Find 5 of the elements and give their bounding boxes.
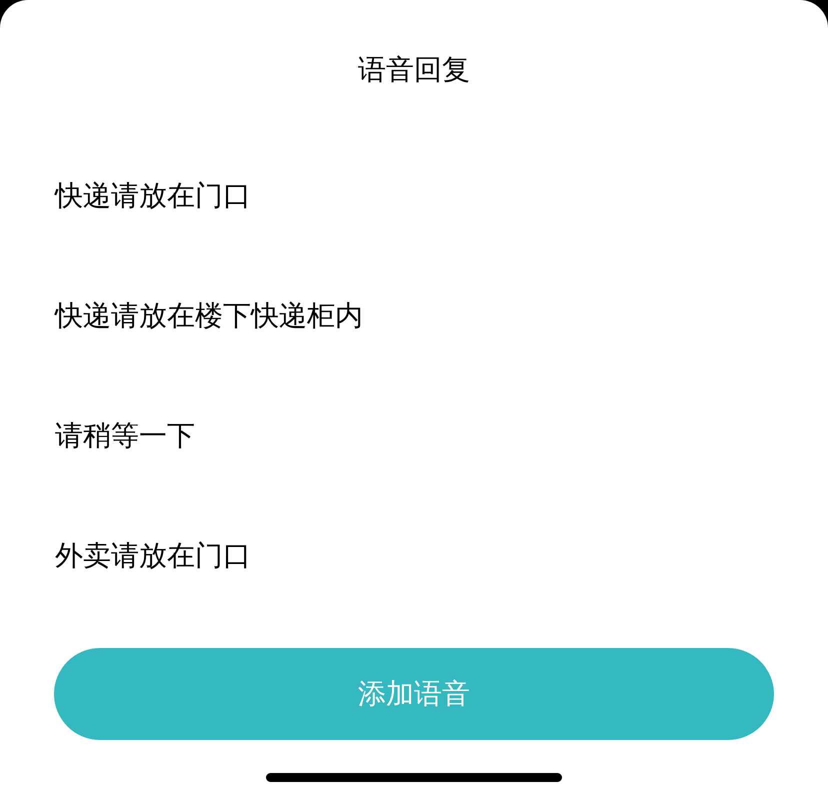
reply-item[interactable]: 外卖请放在门口 [55,536,251,576]
reply-item[interactable]: 快递请放在楼下快递柜内 [55,296,363,336]
reply-item[interactable]: 快递请放在门口 [55,176,251,216]
sheet-title: 语音回复 [358,52,470,88]
reply-item[interactable]: 请稍等一下 [55,416,195,456]
